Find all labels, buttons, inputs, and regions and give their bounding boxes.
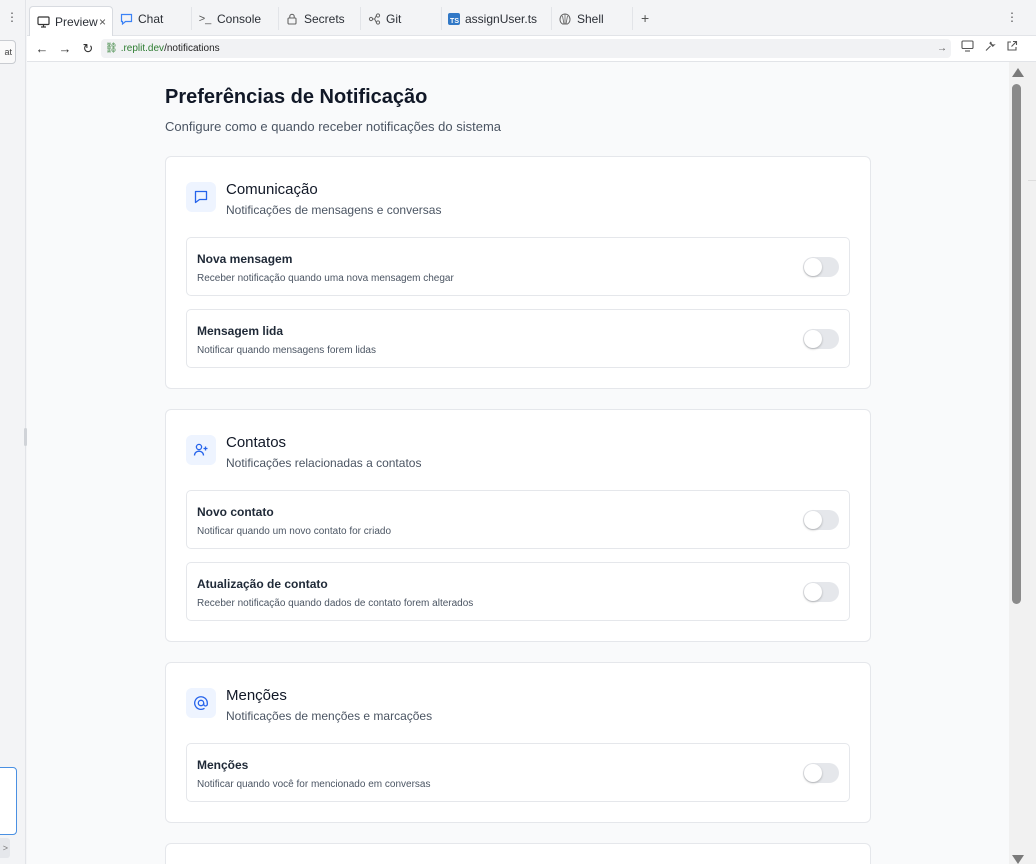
address-bar: ← → ↻ ⛓ .replit.dev /notifications →	[27, 36, 1036, 62]
reload-icon[interactable]: ↻	[79, 40, 97, 58]
page-title: Preferências de Notificação	[165, 86, 428, 108]
tab-chat[interactable]: Chat	[113, 7, 192, 30]
toggle-knob	[804, 330, 822, 348]
panel-menu-icon[interactable]: ⋮	[6, 10, 18, 24]
lock-icon	[285, 12, 299, 26]
link-icon: ⛓	[105, 43, 118, 54]
tab-assignuser-ts[interactable]: TS assignUser.ts	[442, 7, 552, 30]
preview-scrollbar[interactable]	[1009, 62, 1036, 864]
setting-row: Mensagem lida Notificar quando mensagens…	[186, 309, 850, 368]
scroll-down-arrow-icon[interactable]	[1012, 855, 1024, 864]
tab-more-menu-icon[interactable]: ⋮	[1006, 10, 1018, 24]
setting-row: Atualização de contato Receber notificaç…	[186, 562, 850, 621]
section-title: Menções	[226, 687, 287, 704]
tab-label: Git	[386, 11, 402, 26]
toggle-nova-mensagem[interactable]	[803, 257, 839, 277]
back-arrow-icon[interactable]: ←	[33, 40, 51, 58]
setting-description: Notificar quando um novo contato for cri…	[197, 526, 391, 537]
url-domain: .replit.dev	[120, 43, 165, 54]
setting-row: Menções Notificar quando você for mencio…	[186, 743, 850, 802]
tab-git[interactable]: Git	[361, 7, 442, 30]
section-next	[165, 843, 871, 864]
tab-bar: Preview × Chat >_ Console Secrets Git TS…	[27, 0, 1036, 36]
chat-icon	[119, 12, 133, 26]
section-description: Notificações de mensagens e conversas	[226, 203, 442, 217]
setting-row: Novo contato Notificar quando um novo co…	[186, 490, 850, 549]
page-subtitle: Configure como e quando receber notifica…	[165, 119, 502, 134]
scroll-up-arrow-icon[interactable]	[1012, 68, 1024, 77]
setting-description: Receber notificação quando dados de cont…	[197, 598, 474, 609]
toggle-atualizacao-contato[interactable]	[803, 582, 839, 602]
section-mencoes: Menções Notificações de menções e marcaç…	[165, 662, 871, 823]
setting-description: Notificar quando você for mencionado em …	[197, 779, 431, 790]
open-new-tab-icon[interactable]	[1004, 40, 1020, 56]
close-icon[interactable]: ×	[99, 15, 106, 29]
setting-title: Atualização de contato	[197, 577, 328, 591]
setting-title: Nova mensagem	[197, 252, 293, 266]
tab-label: Preview	[55, 14, 98, 29]
message-square-icon	[186, 182, 216, 212]
git-branch-icon	[367, 12, 381, 26]
at-sign-icon	[186, 688, 216, 718]
setting-title: Menções	[197, 758, 249, 772]
tab-preview[interactable]: Preview ×	[29, 6, 113, 36]
tab-console[interactable]: >_ Console	[192, 7, 279, 30]
section-comunicacao: Comunicação Notificações de mensagens e …	[165, 156, 871, 389]
send-button-fragment[interactable]: >	[0, 838, 10, 858]
toggle-mensagem-lida[interactable]	[803, 329, 839, 349]
device-preview-icon[interactable]	[959, 40, 975, 56]
toggle-knob	[804, 583, 822, 601]
scrollbar-thumb[interactable]	[1012, 84, 1021, 604]
url-input[interactable]: ⛓ .replit.dev /notifications →	[101, 39, 951, 58]
chat-button-fragment[interactable]: at	[0, 40, 16, 64]
toggle-knob	[804, 258, 822, 276]
toggle-knob	[804, 511, 822, 529]
user-plus-icon	[186, 435, 216, 465]
setting-row: Nova mensagem Receber notificação quando…	[186, 237, 850, 296]
setting-description: Receber notificação quando uma nova mens…	[197, 273, 454, 284]
tab-label: assignUser.ts	[465, 11, 538, 26]
preview-pane: Preferências de Notificação Configure co…	[27, 62, 1009, 864]
tab-label: Chat	[138, 11, 164, 26]
section-title: Contatos	[226, 434, 287, 451]
typescript-file-icon: TS	[448, 12, 460, 25]
go-arrow-icon[interactable]: →	[937, 43, 947, 54]
add-tab-button[interactable]: +	[641, 10, 649, 26]
section-title: Comunicação	[226, 181, 318, 198]
setting-description: Notificar quando mensagens forem lidas	[197, 345, 376, 356]
toggle-knob	[804, 764, 822, 782]
tab-label: Secrets	[304, 11, 345, 26]
setting-title: Novo contato	[197, 505, 274, 519]
toggle-mencoes[interactable]	[803, 763, 839, 783]
tab-shell[interactable]: Shell	[552, 7, 633, 30]
left-panel-edge: ⋮ at >	[0, 0, 27, 864]
tab-label: Console	[217, 11, 262, 26]
shell-icon	[558, 12, 572, 26]
section-contatos: Contatos Notificações relacionadas a con…	[165, 409, 871, 642]
forward-arrow-icon[interactable]: →	[56, 40, 74, 58]
monitor-icon	[36, 15, 50, 29]
tab-secrets[interactable]: Secrets	[279, 7, 361, 30]
setting-title: Mensagem lida	[197, 324, 284, 338]
toggle-novo-contato[interactable]	[803, 510, 839, 530]
section-description: Notificações relacionadas a contatos	[226, 456, 422, 470]
devtools-wrench-icon[interactable]	[982, 40, 998, 56]
chat-input-fragment[interactable]	[0, 767, 17, 835]
terminal-icon: >_	[198, 12, 212, 25]
tab-label: Shell	[577, 11, 604, 26]
divider	[1028, 180, 1036, 181]
url-path: /notifications	[164, 43, 220, 54]
section-description: Notificações de menções e marcações	[226, 709, 433, 723]
